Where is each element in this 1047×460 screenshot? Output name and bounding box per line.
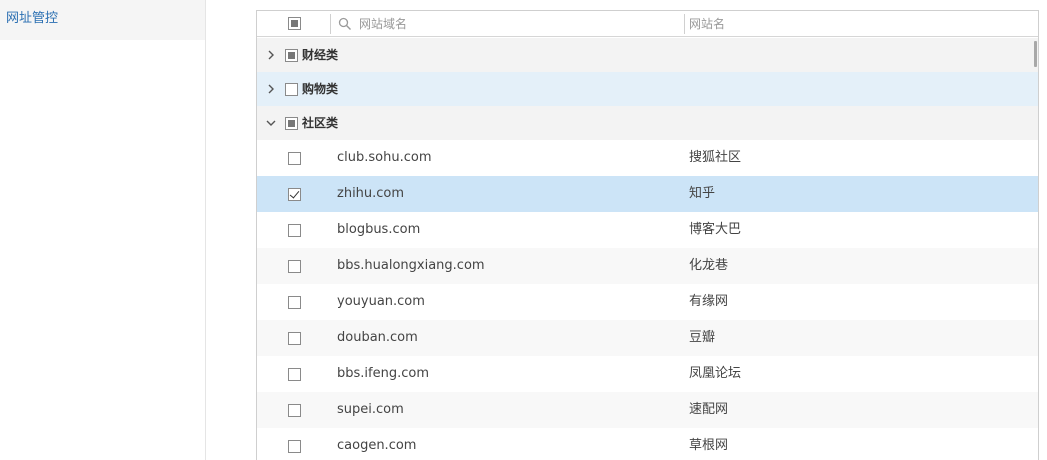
row-domain: douban.com xyxy=(337,330,418,345)
row-checkbox[interactable] xyxy=(288,152,301,165)
group-name: 社区类 xyxy=(302,116,339,130)
group-name: 购物类 xyxy=(302,82,339,96)
sidebar-item-label: 网址管控 xyxy=(6,11,59,26)
row-checkbox[interactable] xyxy=(288,368,301,381)
row-site-name: 博客大巴 xyxy=(689,222,742,237)
row-checkbox[interactable] xyxy=(288,332,301,345)
sidebar: 网址管控 xyxy=(0,0,206,460)
table-row[interactable]: youyuan.com 有缘网 xyxy=(257,284,1038,320)
domain-search-input[interactable]: 网站域名 xyxy=(359,16,407,32)
table-row[interactable]: bbs.ifeng.com 凤凰论坛 xyxy=(257,356,1038,392)
select-all-checkbox[interactable] xyxy=(288,17,301,30)
row-domain: club.sohu.com xyxy=(337,150,432,165)
row-domain: zhihu.com xyxy=(337,186,405,201)
row-site-name: 知乎 xyxy=(689,186,716,201)
website-table: 网站域名 网站名 财经类 购物类 社区类 club.sohu.com 搜狐社区 … xyxy=(256,10,1039,460)
chevron-right-icon[interactable] xyxy=(264,82,278,96)
site-name-column-header[interactable]: 网站名 xyxy=(689,16,725,32)
column-divider xyxy=(684,14,685,34)
group-checkbox[interactable] xyxy=(285,117,298,130)
row-domain: blogbus.com xyxy=(337,222,421,237)
search-icon xyxy=(338,17,351,30)
row-checkbox[interactable] xyxy=(288,260,301,273)
table-row[interactable]: douban.com 豆瓣 xyxy=(257,320,1038,356)
sidebar-item-url-control[interactable]: 网址管控 xyxy=(0,0,205,40)
row-checkbox[interactable] xyxy=(288,224,301,237)
row-site-name: 豆瓣 xyxy=(689,330,716,345)
group-row-finance[interactable]: 财经类 xyxy=(257,38,1038,72)
table-row[interactable]: club.sohu.com 搜狐社区 xyxy=(257,140,1038,176)
column-divider xyxy=(330,14,331,34)
table-row[interactable]: blogbus.com 博客大巴 xyxy=(257,212,1038,248)
table-row[interactable]: zhihu.com 知乎 xyxy=(257,176,1038,212)
group-name: 财经类 xyxy=(302,48,339,62)
row-site-name: 化龙巷 xyxy=(689,258,729,273)
row-domain: bbs.ifeng.com xyxy=(337,366,429,381)
table-row[interactable]: supei.com 速配网 xyxy=(257,392,1038,428)
row-checkbox[interactable] xyxy=(288,188,301,201)
row-domain: youyuan.com xyxy=(337,294,425,309)
chevron-down-icon[interactable] xyxy=(264,116,278,130)
row-domain: bbs.hualongxiang.com xyxy=(337,258,485,273)
row-checkbox[interactable] xyxy=(288,440,301,453)
table-header: 网站域名 网站名 xyxy=(257,11,1038,37)
table-row[interactable]: caogen.com 草根网 xyxy=(257,428,1038,460)
row-site-name: 速配网 xyxy=(689,402,729,417)
group-row-shopping[interactable]: 购物类 xyxy=(257,72,1038,106)
chevron-right-icon[interactable] xyxy=(264,48,278,62)
row-site-name: 草根网 xyxy=(689,438,729,453)
row-checkbox[interactable] xyxy=(288,296,301,309)
group-checkbox[interactable] xyxy=(285,49,298,62)
group-checkbox[interactable] xyxy=(285,83,298,96)
group-row-community[interactable]: 社区类 xyxy=(257,106,1038,140)
row-site-name: 搜狐社区 xyxy=(689,150,742,165)
vertical-scrollbar[interactable] xyxy=(1034,41,1037,67)
row-checkbox[interactable] xyxy=(288,404,301,417)
row-domain: supei.com xyxy=(337,402,404,417)
row-domain: caogen.com xyxy=(337,438,417,453)
table-row[interactable]: bbs.hualongxiang.com 化龙巷 xyxy=(257,248,1038,284)
row-site-name: 凤凰论坛 xyxy=(689,366,742,381)
row-site-name: 有缘网 xyxy=(689,294,729,309)
